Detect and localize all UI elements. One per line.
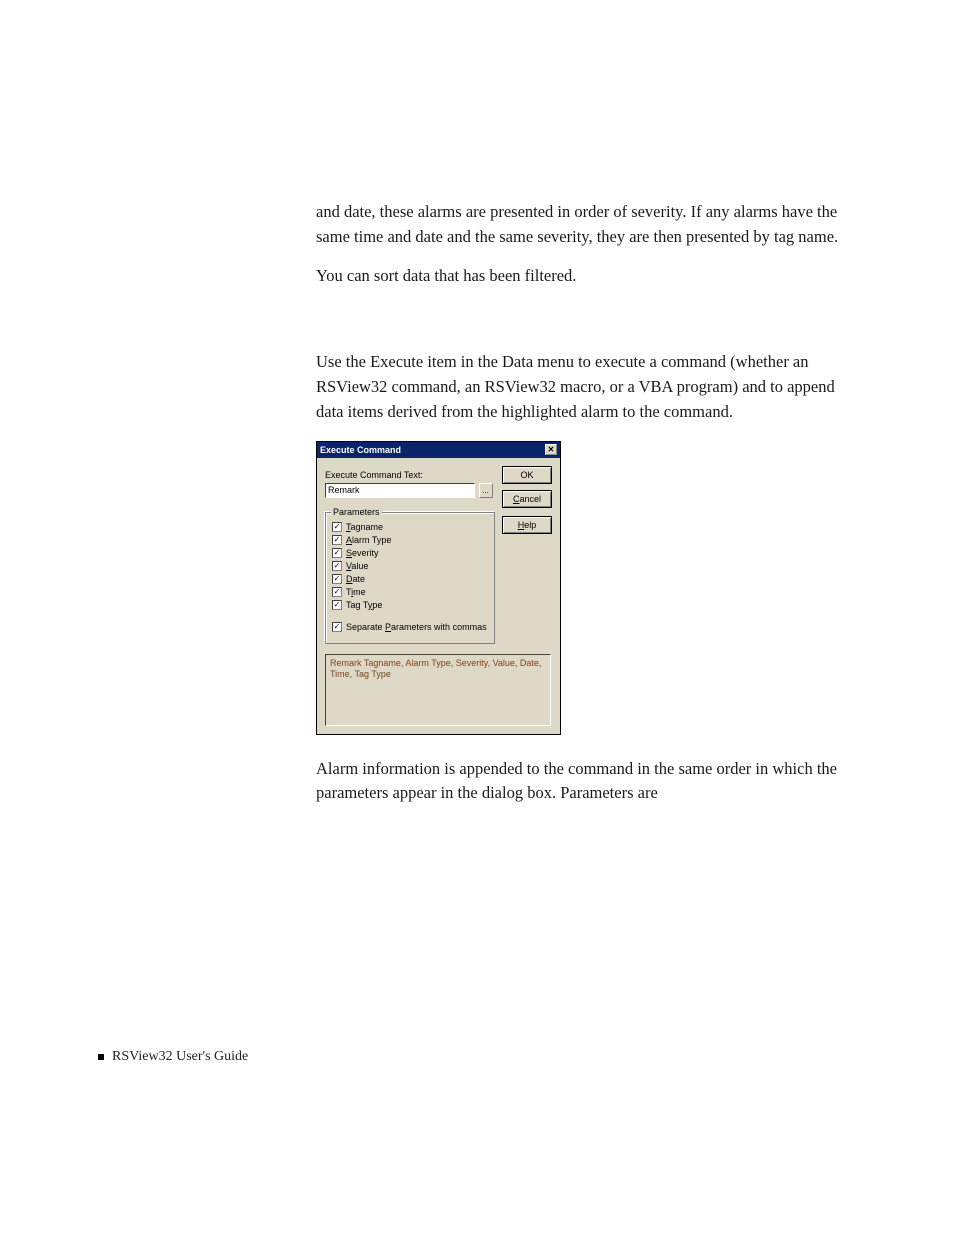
command-text-input[interactable]: Remark — [325, 483, 475, 498]
paragraph: Use the Execute item in the Data menu to… — [316, 350, 846, 424]
bullet-icon — [98, 1054, 104, 1060]
close-icon[interactable]: ✕ — [545, 444, 557, 455]
browse-button[interactable]: ... — [479, 483, 493, 498]
severity-checkbox[interactable] — [332, 548, 342, 558]
date-label: Date — [346, 574, 365, 584]
date-checkbox[interactable] — [332, 574, 342, 584]
value-checkbox[interactable] — [332, 561, 342, 571]
time-label: Time — [346, 587, 366, 597]
separate-commas-checkbox[interactable] — [332, 622, 342, 632]
dialog-titlebar: Execute Command ✕ — [317, 442, 560, 458]
ok-button[interactable]: OK — [502, 466, 552, 484]
time-checkbox[interactable] — [332, 587, 342, 597]
page-footer: RSView32 User's Guide — [98, 1049, 248, 1065]
dialog-body: OK Cancel Help Execute Command Text: Rem… — [317, 458, 560, 734]
value-label: Value — [346, 561, 368, 571]
tagtype-label: Tag Type — [346, 600, 382, 610]
alarmtype-checkbox[interactable] — [332, 535, 342, 545]
separate-commas-label: Separate Parameters with commas — [346, 622, 487, 632]
footer-text: RSView32 User's Guide — [112, 1049, 248, 1065]
paragraph: Alarm information is appended to the com… — [316, 757, 846, 807]
help-button[interactable]: Help — [502, 516, 552, 534]
paragraph: You can sort data that has been filtered… — [316, 264, 846, 289]
cancel-button[interactable]: Cancel — [502, 490, 552, 508]
command-preview: Remark Tagname, Alarm Type, Severity, Va… — [325, 654, 551, 726]
parameters-legend: Parameters — [331, 507, 382, 517]
tagname-checkbox[interactable] — [332, 522, 342, 532]
page-content: and date, these alarms are presented in … — [316, 200, 846, 820]
alarmtype-label: Alarm Type — [346, 535, 391, 545]
paragraph: and date, these alarms are presented in … — [316, 200, 846, 250]
execute-command-dialog: Execute Command ✕ OK Cancel Help Execute… — [316, 441, 561, 735]
tagname-label: Tagname — [346, 522, 383, 532]
tagtype-checkbox[interactable] — [332, 600, 342, 610]
dialog-title: Execute Command — [320, 445, 401, 455]
parameters-group: Parameters Tagname Alarm Type Severity V… — [325, 512, 495, 644]
severity-label: Severity — [346, 548, 379, 558]
